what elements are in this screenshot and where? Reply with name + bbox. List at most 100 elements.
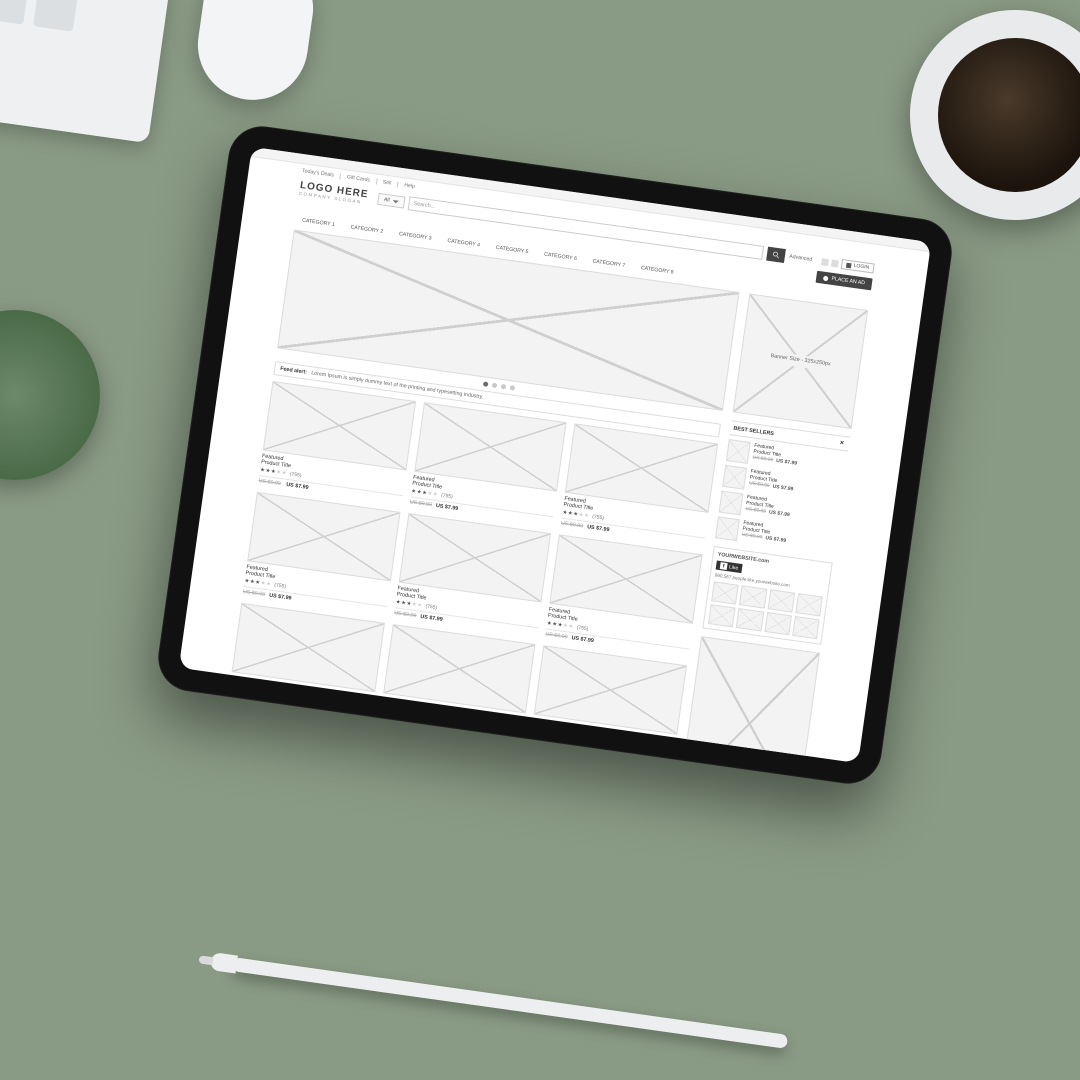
old-price: US $9.99 xyxy=(394,610,417,619)
close-icon[interactable]: × xyxy=(837,438,847,448)
search-category-select[interactable]: All xyxy=(377,193,405,209)
review-count: (755) xyxy=(576,625,588,633)
category-6[interactable]: CATEGORY 6 xyxy=(537,249,585,265)
tablet-screen: Today's Deals Gift Cards Sell Help LOGO … xyxy=(179,147,932,763)
fb-face xyxy=(711,581,739,604)
fb-face xyxy=(767,589,795,612)
banner-size-label: Banner Size - 325x250px xyxy=(766,351,835,371)
fb-face xyxy=(764,612,792,635)
main-row: Feed alert: Lorem Ipsum is simply dummy … xyxy=(223,229,868,763)
search-category-label: All xyxy=(383,197,390,204)
review-count: (755) xyxy=(441,493,453,501)
new-price: US $7.99 xyxy=(587,524,610,533)
new-price: US $7.99 xyxy=(269,593,292,602)
category-4[interactable]: CATEGORY 4 xyxy=(440,235,488,251)
header-icon-1[interactable] xyxy=(822,258,830,266)
old-price: US $9.99 xyxy=(242,589,265,598)
advanced-search-link[interactable]: Advanced xyxy=(789,254,813,263)
category-3[interactable]: CATEGORY 3 xyxy=(391,228,439,244)
lock-icon xyxy=(846,262,852,268)
product-card[interactable]: Featured Product Title ★★★★★(755) US $9.… xyxy=(529,645,687,763)
fb-face xyxy=(739,585,767,608)
best-seller-thumb xyxy=(726,439,751,464)
carousel-dot-4[interactable] xyxy=(510,385,516,391)
desk-succulent xyxy=(0,310,100,480)
review-count: (755) xyxy=(425,603,437,611)
review-count: (755) xyxy=(289,471,301,479)
sidebar-banner[interactable]: Banner Size - 325x250px xyxy=(733,293,869,429)
tablet-device: Today's Deals Gift Cards Sell Help LOGO … xyxy=(154,122,956,788)
login-label: LOGIN xyxy=(853,263,869,271)
feed-label: Feed alert: xyxy=(280,366,307,376)
fb-face xyxy=(795,593,823,616)
new-price: US $7.99 xyxy=(404,725,427,734)
best-sellers-widget: BEST SELLERS × Featured Product Title US… xyxy=(715,420,850,555)
search-icon xyxy=(772,250,781,259)
product-card[interactable]: Featured Product Title ★★★★★(755) US $9.… xyxy=(378,624,536,747)
old-price: US $9.99 xyxy=(545,631,568,640)
sidebar-tall-banner[interactable] xyxy=(679,636,820,763)
new-price: US $7.99 xyxy=(571,635,594,644)
fb-like-label: Like xyxy=(729,564,739,571)
fb-face xyxy=(792,616,820,639)
product-card[interactable]: Featured Product Title ★★★★★(755) US $9.… xyxy=(560,423,718,546)
product-grid: Featured Product Title ★★★★★ (755) US $9… xyxy=(227,381,718,763)
fb-face xyxy=(708,604,736,627)
review-count: (755) xyxy=(258,693,270,701)
new-price: US $7.99 xyxy=(555,746,578,755)
product-card[interactable]: Featured Product Title ★★★★★(755) US $9.… xyxy=(409,402,567,525)
star-rating-icon: ★★★★★ xyxy=(380,710,408,720)
wireframe-page: Today's Deals Gift Cards Sell Help LOGO … xyxy=(179,147,932,763)
best-sellers-title: BEST SELLERS xyxy=(733,425,774,437)
new-price: US $7.99 xyxy=(253,704,276,713)
util-link-help[interactable]: Help xyxy=(404,182,421,190)
header-icons: LOGIN xyxy=(821,256,874,273)
star-rating-icon: ★★★★★ xyxy=(228,689,256,699)
category-5[interactable]: CATEGORY 5 xyxy=(488,242,536,258)
best-seller-thumb xyxy=(722,465,747,490)
product-image xyxy=(383,624,536,713)
old-price: US $9.99 xyxy=(529,742,552,751)
product-image xyxy=(534,645,687,734)
desk-keyboard xyxy=(0,0,170,143)
product-image xyxy=(232,603,385,692)
product-card[interactable]: Featured Product Title ★★★★★(755) US $9.… xyxy=(394,513,552,636)
review-count: (755) xyxy=(561,736,573,744)
old-price: US $9.99 xyxy=(378,721,401,730)
carousel-dot-2[interactable] xyxy=(492,383,498,389)
search-button[interactable] xyxy=(766,247,786,263)
fb-face xyxy=(736,608,764,631)
new-price: US $7.99 xyxy=(435,503,458,512)
desk-coffee-cup xyxy=(910,10,1080,220)
desk-mouse xyxy=(191,0,319,107)
product-card[interactable]: Featured Product Title ★★★★★(755) US $9.… xyxy=(545,534,703,657)
review-count: (755) xyxy=(409,714,421,722)
old-price: US $9.99 xyxy=(409,499,432,508)
product-card[interactable]: Featured Product Title ★★★★★ (755) US $9… xyxy=(258,381,416,504)
category-7[interactable]: CATEGORY 7 xyxy=(585,255,633,271)
old-price: US $9.99 xyxy=(258,478,281,487)
best-seller-thumb xyxy=(719,491,744,516)
review-count: (755) xyxy=(274,582,286,590)
best-seller-thumb xyxy=(715,516,740,541)
new-price: US $7.99 xyxy=(420,614,443,623)
product-card[interactable]: Featured Product Title ★★★★★(755) US $9.… xyxy=(227,603,385,726)
new-price: US $7.99 xyxy=(286,482,309,491)
product-card[interactable]: Featured Product Title ★★★★★(755) US $9.… xyxy=(242,492,400,615)
login-button[interactable]: LOGIN xyxy=(841,259,875,273)
category-1[interactable]: CATEGORY 1 xyxy=(295,215,343,231)
old-price: US $9.99 xyxy=(227,700,250,709)
category-8[interactable]: CATEGORY 8 xyxy=(633,262,681,278)
carousel-dot-3[interactable] xyxy=(501,384,507,390)
category-2[interactable]: CATEGORY 2 xyxy=(343,221,391,237)
old-price: US $9.99 xyxy=(560,521,583,530)
desk-stylus xyxy=(232,957,788,1049)
star-rating-icon: ★★★★★ xyxy=(531,731,559,741)
place-ad-label: PLACE AN AD xyxy=(831,276,865,287)
header-icon-2[interactable] xyxy=(831,259,839,267)
carousel-dot-1[interactable] xyxy=(483,381,489,387)
fb-like-button[interactable]: Like xyxy=(716,561,743,574)
main-column: Feed alert: Lorem Ipsum is simply dummy … xyxy=(223,229,739,763)
util-link-sell[interactable]: Sell xyxy=(382,179,398,187)
review-count: (755) xyxy=(592,514,604,522)
